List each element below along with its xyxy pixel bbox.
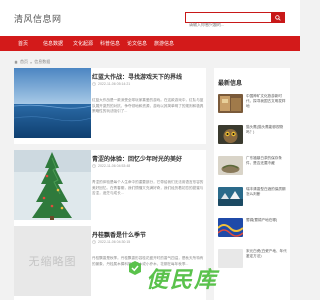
sidebar-item[interactable]: 宋元白瓷(白瓷产地、年代鉴定方法) [218,249,288,279]
sidebar-title: 最新信息 [218,81,243,87]
sidebar-latest: 最新信息 中国神矿文化旅游新时代，探寻我国古文明发祥地 猫头鹰(猫头鹰能够视物吗… [214,68,290,300]
breadcrumb-home[interactable]: 首页 [20,59,28,65]
clock-icon [92,240,96,244]
breadcrumb-separator: » [30,59,33,65]
clock-icon [92,82,96,86]
sidebar-item[interactable]: 猫头鹰(猫头鹰能够视物吗？) [218,125,288,155]
search-button[interactable] [271,13,284,22]
post-thumbnail-placeholder[interactable]: 无缩略图 [14,226,91,296]
post-date-text: 2022-11-06 04:30:15 [98,240,131,244]
sidebar-item[interactable]: 蜀锦(蜀锦产地在哪) [218,218,288,248]
sidebar-item-text[interactable]: 中国神矿文化旅游新时代，探寻我国古文明发祥地 [246,94,288,109]
sidebar-item-text[interactable]: 宋元白瓷(白瓷产地、年代鉴定方法) [246,249,288,259]
post-title[interactable]: 红蓝大作战：寻找游戏天下的界线 [92,72,182,81]
post-excerpt: 青涩的体验是每个人生命中的重要部分，它带给我们无法用语言形容的美好回忆。在青春期… [92,180,204,195]
sidebar-thumbnail[interactable] [218,156,243,175]
breadcrumb: 首页 » 信息数据 [14,59,50,65]
post-thumbnail-tree[interactable] [14,150,91,220]
post-date: 2022-11-06 05:14:21 [92,82,130,86]
main-nav: 首页 信息数据 文化起源 科普信息 论文信息 旅游信息 [0,36,300,51]
nav-item-papers[interactable]: 论文信息 [127,40,147,47]
post-title[interactable]: 青涩的体验：回忆少年时光的美好 [92,154,182,163]
sidebar-thumbnail[interactable] [218,125,243,144]
search-icon [274,14,281,21]
sidebar-item-text[interactable]: 广东福鼎白茶的保存条件，是否还要冷藏 [246,156,288,166]
nav-item-info-data[interactable]: 信息数据 [43,40,63,47]
nav-item-culture[interactable]: 文化起源 [73,40,93,47]
site-header: 清风信息网 [0,0,300,36]
sidebar-thumbnail[interactable] [218,249,243,268]
sidebar-thumbnail[interactable] [218,94,243,113]
nav-item-science[interactable]: 科普信息 [100,40,120,47]
post-date-text: 2022-11-06 05:14:21 [98,82,131,86]
post-card[interactable]: 红蓝大作战：寻找游戏天下的界线 2022-11-06 05:14:21 红蓝大作… [14,68,206,144]
breadcrumb-current[interactable]: 信息数据 [34,59,50,65]
nav-item-home[interactable]: 首页 [18,40,28,47]
post-title[interactable]: 丹桂飘香是什么季节 [92,230,146,239]
post-date: 2022-11-06 04:53:48 [92,164,130,168]
search-box[interactable] [185,12,285,29]
sidebar-item[interactable]: 广东福鼎白茶的保存条件，是否还要冷藏 [218,156,288,186]
site-logo[interactable]: 清风信息网 [14,12,62,25]
thumbnail-placeholder-text: 无缩略图 [28,256,77,268]
sidebar-item-text[interactable]: 瑞丰清香型白酒的保质期怎么判断 [246,187,288,197]
post-thumbnail-sea[interactable] [14,68,91,138]
post-date-text: 2022-11-06 04:53:48 [98,164,131,168]
sidebar-item[interactable]: 中国神矿文化旅游新时代，探寻我国古文明发祥地 [218,94,288,124]
sidebar-item[interactable]: 瑞丰清香型白酒的保质期怎么判断 [218,187,288,217]
home-icon [14,60,18,64]
post-card[interactable]: 青涩的体验：回忆少年时光的美好 2022-11-06 04:53:48 青涩的体… [14,150,206,226]
post-date: 2022-11-06 04:30:15 [92,240,130,244]
post-excerpt: 红蓝大作战是一款深受全球玩家喜爱的游戏。在这款游戏中，红队与蓝队展开激烈的对抗，… [92,98,204,113]
watermark-icon [128,260,142,281]
clock-icon [92,164,96,168]
sidebar-item-text[interactable]: 蜀锦(蜀锦产地在哪) [246,218,288,223]
search-input[interactable] [186,20,271,29]
sidebar-item-text[interactable]: 猫头鹰(猫头鹰能够视物吗？) [246,125,288,135]
nav-item-travel[interactable]: 旅游信息 [154,40,174,47]
watermark-text: 便民库 [146,267,219,292]
sidebar-thumbnail[interactable] [218,218,243,237]
sidebar-thumbnail[interactable] [218,187,243,206]
